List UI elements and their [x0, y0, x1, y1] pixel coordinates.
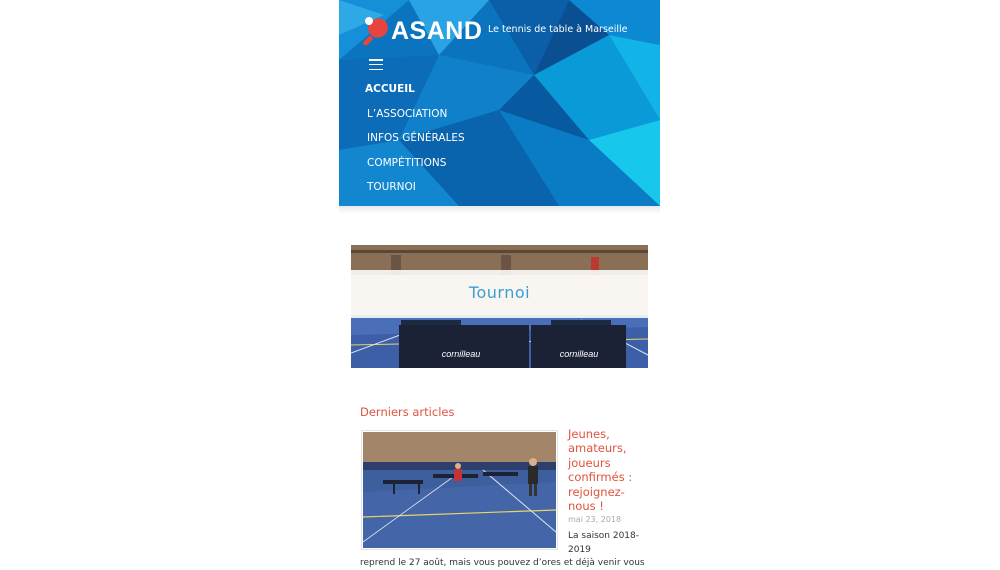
svg-text:cornilleau: cornilleau — [442, 349, 481, 359]
nav-item-tournoi[interactable]: TOURNOI — [367, 181, 416, 193]
article-photo — [362, 432, 557, 548]
ping-pong-paddle-icon — [363, 17, 388, 46]
site-header: ASAND Le tennis de table à Marseille ACC… — [339, 0, 660, 206]
nav-item-association[interactable]: L’ASSOCIATION — [367, 108, 447, 120]
article-excerpt: La saison 2018-2019 — [568, 531, 640, 555]
nav-item-competitions[interactable]: COMPÉTITIONS — [367, 157, 446, 169]
article-excerpt-continued: reprend le 27 août, mais vous pouvez d’o… — [360, 558, 645, 568]
site-logo[interactable]: ASAND — [361, 14, 482, 48]
banner-title: Tournoi — [468, 283, 531, 302]
nav-item-infos-generales[interactable]: INFOS GÉNÉRALES — [367, 132, 465, 144]
article-title[interactable]: Jeunes, amateurs, joueurs confirmés : re… — [568, 427, 648, 513]
article-thumbnail[interactable] — [361, 430, 558, 550]
latest-articles-heading: Derniers articles — [360, 405, 455, 419]
article-date: mai 23, 2018 — [568, 515, 622, 524]
page-banner: cornilleau cornilleau Tournoi — [351, 245, 648, 368]
site-tagline: Le tennis de table à Marseille — [488, 24, 628, 35]
nav-item-accueil[interactable]: ACCUEIL — [365, 83, 415, 95]
header-shadow — [339, 206, 660, 214]
page: ASAND Le tennis de table à Marseille ACC… — [339, 0, 660, 570]
hamburger-menu-icon[interactable] — [369, 59, 383, 71]
logo-text: ASAND — [391, 16, 483, 45]
svg-text:cornilleau: cornilleau — [560, 349, 599, 359]
